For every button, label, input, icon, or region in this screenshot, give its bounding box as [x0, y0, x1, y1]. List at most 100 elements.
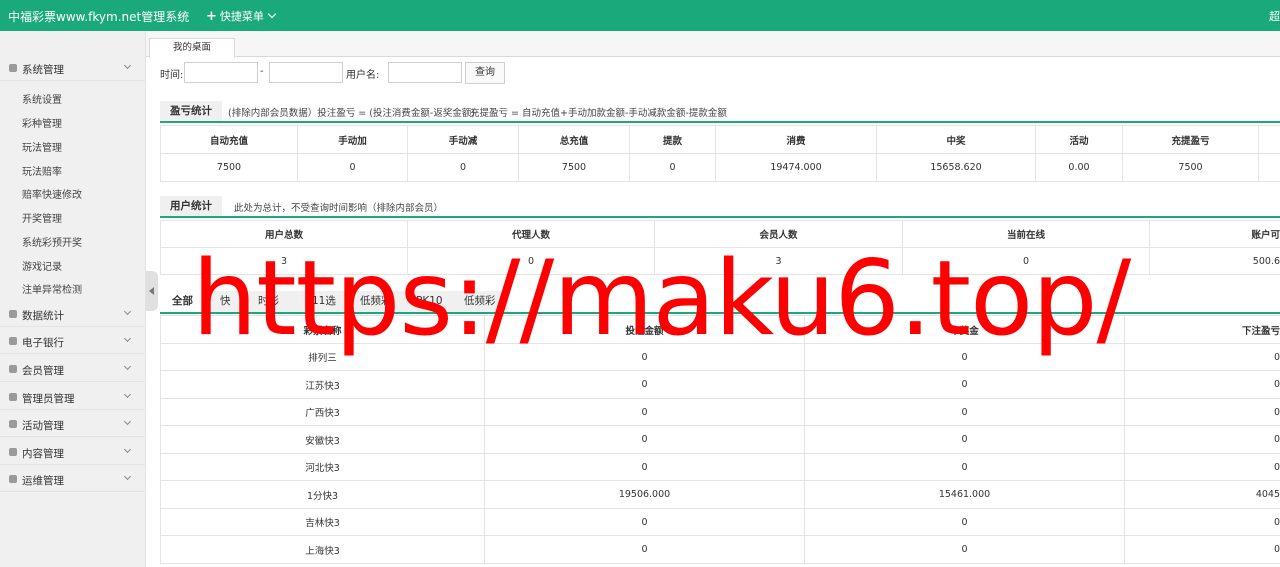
cell: 广西快3 [160, 398, 485, 426]
sidebar-group-label: 系统管理 [22, 64, 64, 76]
document-icon [9, 448, 17, 456]
sidebar-group-ops[interactable]: 运维管理 [0, 466, 146, 492]
table-row: 上海快3 0 0 0 [160, 535, 1280, 564]
cell: 0 [297, 153, 408, 182]
cell: 15658.620 [876, 153, 1036, 182]
sidebar-group-content[interactable]: 内容管理 [0, 439, 146, 465]
tab-11x5[interactable]: 11选 [312, 291, 336, 312]
tab-strip-background [202, 291, 508, 312]
username-input[interactable] [388, 62, 462, 83]
tab-all[interactable]: 全部 [172, 291, 193, 312]
cell: 0 [804, 425, 1125, 454]
sidebar-group-members[interactable]: 会员管理 [0, 356, 146, 382]
tab-pk10[interactable]: PK10 [416, 291, 443, 312]
sidebar-item-odds-quick-edit[interactable]: 赔率快速修改 [22, 186, 82, 201]
sidebar-group-system[interactable]: 系统管理 [0, 55, 146, 81]
cell: 0 [902, 247, 1150, 275]
chevron-down-icon [123, 61, 132, 70]
sidebar-item-draw-manage[interactable]: 开奖管理 [22, 210, 62, 225]
col-manual-sub: 手动减 [407, 125, 519, 154]
cell: 0 [407, 153, 519, 182]
col-manual-add: 手动加 [297, 125, 408, 154]
sidebar-item-game-records[interactable]: 游戏记录 [22, 258, 62, 273]
table-row: 1分快3 19506.000 15461.000 4045 [160, 480, 1280, 509]
cell: 3 [160, 247, 408, 275]
chevron-down-icon [123, 307, 132, 316]
cell: 0 [1124, 425, 1280, 454]
cell: 0 [804, 535, 1125, 564]
cell: 0 [484, 425, 805, 454]
chevron-down-icon [123, 334, 132, 343]
sidebar-item-play-odds[interactable]: 玩法赔率 [22, 163, 62, 178]
cell: 3 [654, 247, 903, 275]
cell: 江苏快3 [160, 370, 485, 399]
gift-icon [9, 420, 17, 428]
col-agent-count: 代理人数 [407, 220, 655, 248]
cell: 0 [1124, 508, 1280, 536]
cell: 0 [804, 343, 1125, 371]
server-icon [9, 475, 17, 483]
table-row: 排列三 0 0 0 [160, 343, 1280, 371]
lottery-table: 彩票名称 投注金额 中奖金 下注盈亏 排列三 0 0 0 江苏快3 0 0 0 广西快3 0 0… [160, 315, 1280, 564]
col-lottery-name: 彩票名称 [160, 315, 485, 344]
sidebar-group-admins[interactable]: 管理员管理 [0, 384, 146, 410]
cell: 4045 [1124, 480, 1280, 509]
cell: 上海快3 [160, 535, 485, 564]
sidebar-item-bet-anomaly[interactable]: 注单异常检测 [22, 281, 82, 296]
sidebar-group-bank[interactable]: 电子银行 [0, 328, 146, 354]
sidebar-item-system-settings[interactable]: 系统设置 [22, 91, 62, 106]
cell: 0 [1124, 370, 1280, 399]
sidebar-item-lottery-types[interactable]: 彩种管理 [22, 115, 62, 130]
chevron-down-icon [123, 417, 132, 426]
table-row: 江苏快3 0 0 0 [160, 370, 1280, 399]
chevron-down-icon [123, 390, 132, 399]
table-row: 河北快3 0 0 0 [160, 453, 1280, 481]
start-time-input[interactable] [184, 62, 258, 83]
cell: 0.00 [1035, 153, 1123, 182]
chevron-left-icon [149, 287, 154, 295]
sidebar-group-label: 电子银行 [22, 337, 64, 349]
cell: 0 [1124, 453, 1280, 481]
sidebar-item-play-manage[interactable]: 玩法管理 [22, 139, 62, 154]
cell: 0 [484, 453, 805, 481]
tab-shishicai[interactable]: 时彩 [258, 291, 279, 312]
sidebar-group-stats[interactable]: 数据统计 [0, 301, 146, 327]
col-member-count: 会员人数 [654, 220, 903, 248]
users-note: 此处为总计，不受查询时间影响（排除内部会员） [234, 203, 444, 214]
sidebar-item-pre-draw[interactable]: 系统彩预开奖 [22, 234, 82, 249]
brand-title: 中福彩票www.fkym.net管理系统 [8, 10, 190, 24]
col-account-balance: 账户可 [1149, 220, 1280, 248]
top-bar: 中福彩票www.fkym.net管理系统 + 快捷菜单 超 [0, 0, 1280, 31]
col-withdraw: 提款 [629, 125, 716, 154]
sidebar-group-label: 管理员管理 [22, 393, 75, 405]
cell: 0 [629, 153, 716, 182]
quick-menu-button[interactable]: + 快捷菜单 [206, 8, 277, 24]
cell: 19474.000 [715, 153, 877, 182]
user-menu[interactable]: 超 [1269, 8, 1280, 24]
chevron-down-icon [123, 362, 132, 371]
profit-section-header: 盈亏统计 (排除内部会员数据）投注盈亏 = (投注消费金额-返奖金额) 充提盈亏… [160, 101, 1280, 123]
col-activity: 活动 [1035, 125, 1123, 154]
cell: 1分快3 [160, 480, 485, 509]
cell: 0 [484, 343, 805, 371]
tab-low-freq-1[interactable]: 低频彩 [360, 291, 392, 312]
col-deposit-profit: 充提盈亏 [1122, 125, 1259, 154]
table-row: 广西快3 0 0 0 [160, 398, 1280, 426]
query-button[interactable]: 查询 [465, 62, 505, 84]
col-consume: 消费 [715, 125, 877, 154]
tab-my-desk[interactable]: 我的桌面 [149, 38, 235, 58]
profit-note-deposit: 充提盈亏 = 自动充值+手动加款金额-手动减款金额-提款金额 [470, 108, 727, 119]
sidebar-group-label: 活动管理 [22, 420, 64, 432]
cell: 0 [484, 398, 805, 426]
sidebar-collapse-handle[interactable] [146, 271, 158, 311]
cell: 排列三 [160, 343, 485, 371]
cell: 0 [1124, 343, 1280, 371]
bank-icon [9, 337, 17, 345]
tab-fast[interactable]: 快 [220, 291, 231, 312]
end-time-input[interactable] [269, 62, 343, 83]
users-table: 用户总数 代理人数 会员人数 当前在线 账户可 3 0 3 0 500.6 [160, 220, 1280, 275]
tab-low-freq-2[interactable]: 低频彩 [464, 291, 496, 312]
sidebar-group-activities[interactable]: 活动管理 [0, 411, 146, 437]
cell: 7500 [160, 153, 298, 182]
cell: 19506.000 [484, 480, 805, 509]
